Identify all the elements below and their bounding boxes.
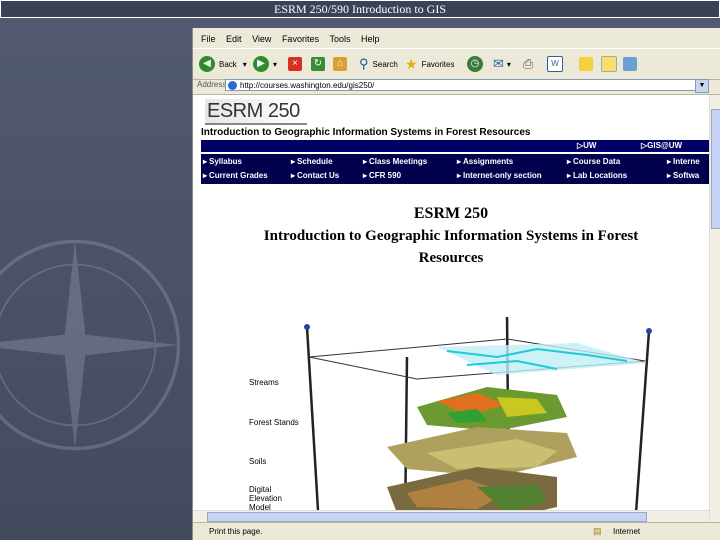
menu-tools[interactable]: Tools <box>329 30 350 48</box>
favorites-button[interactable]: ★ Favorites <box>405 53 454 75</box>
chevron-down-icon: ▾ <box>506 59 511 69</box>
chevron-down-icon: ▾ <box>242 59 247 69</box>
nav-assignments[interactable]: Assignments <box>457 157 513 166</box>
stop-button[interactable]: × <box>288 53 302 75</box>
nav-class-meetings[interactable]: Class Meetings <box>363 157 427 166</box>
nav-software[interactable]: Softwa <box>667 171 699 180</box>
layer-label-streams: Streams <box>249 378 279 387</box>
lock-icon: ▤ <box>593 526 602 536</box>
gis-layers-illustration <box>304 317 652 525</box>
note-icon <box>579 57 593 71</box>
menu-view[interactable]: View <box>252 30 271 48</box>
layer-label-forest-stands: Forest Stands <box>249 418 299 427</box>
address-input[interactable]: http://courses.washington.edu/gis250/ <box>225 79 709 91</box>
menu-bar: File Edit View Favorites Tools Help <box>193 30 720 48</box>
compass-watermark-icon <box>0 239 181 451</box>
web-page-content: ESRM 250 Introduction to Geographic Info… <box>193 95 709 525</box>
search-label: Search <box>372 59 398 69</box>
star-icon: ★ <box>405 55 418 72</box>
nav-lab-locations[interactable]: Lab Locations <box>567 171 627 180</box>
discuss-button[interactable] <box>601 53 617 75</box>
nav-current-grades[interactable]: Current Grades <box>203 171 268 180</box>
refresh-button[interactable]: ↻ <box>311 53 325 75</box>
gis-uw-link[interactable]: ▷ GIS@UW <box>641 140 682 152</box>
search-icon: ⚲ <box>359 56 369 71</box>
heading-line-1: ESRM 250 <box>413 205 489 222</box>
folder-icon <box>601 56 617 72</box>
nav-cfr-590[interactable]: CFR 590 <box>363 171 401 180</box>
mail-icon: ✉ <box>493 56 504 71</box>
home-icon: ⌂ <box>333 57 347 71</box>
vertical-scrollbar[interactable] <box>709 95 720 525</box>
ie-page-icon <box>228 81 237 90</box>
page-heading: ESRM 250 Introduction to Geographic Info… <box>193 203 709 269</box>
nav-contact-us[interactable]: Contact Us <box>291 171 339 180</box>
site-header: ESRM 250 Introduction to Geographic Info… <box>201 97 701 138</box>
site-logo[interactable]: ESRM 250 <box>205 99 307 125</box>
status-bar: Print this page. ▤ Internet <box>193 522 720 540</box>
home-button[interactable]: ⌂ <box>333 53 347 75</box>
menu-help[interactable]: Help <box>361 30 380 48</box>
menu-edit[interactable]: Edit <box>226 30 242 48</box>
back-label: Back <box>219 59 237 69</box>
word-icon: W <box>547 56 563 72</box>
layer-label-digital: Digital <box>249 485 272 494</box>
scroll-thumb[interactable] <box>207 512 647 522</box>
back-button[interactable]: ◀ Back ▾ <box>199 53 247 75</box>
nav-internet[interactable]: Interne <box>667 157 700 166</box>
nav-schedule[interactable]: Schedule <box>291 157 333 166</box>
mail-button[interactable]: ✉ ▾ <box>493 53 511 75</box>
heading-line-2: Introduction to Geographic Information S… <box>263 228 639 244</box>
refresh-icon: ↻ <box>311 57 325 71</box>
tools-icon <box>623 57 637 71</box>
messenger-button[interactable] <box>579 53 593 75</box>
search-button[interactable]: ⚲ Search <box>359 53 398 75</box>
edit-button[interactable]: W <box>547 53 563 75</box>
back-arrow-icon: ◀ <box>199 56 215 72</box>
history-button[interactable]: ◷ <box>467 53 483 75</box>
nav-course-data[interactable]: Course Data <box>567 157 620 166</box>
address-bar: Address http://courses.washington.edu/gi… <box>193 78 720 95</box>
address-url: http://courses.washington.edu/gis250/ <box>240 81 375 90</box>
status-text: Print this page. <box>209 527 263 536</box>
history-icon: ◷ <box>467 56 483 72</box>
top-links-bar: ▷ UW Home ▷ GIS@UW <box>201 140 709 162</box>
status-zone: Internet <box>613 527 641 536</box>
layer-label-soils: Soils <box>249 457 267 466</box>
uw-home-link[interactable]: ▷ UW Home <box>577 140 605 162</box>
scroll-thumb[interactable] <box>711 109 720 229</box>
heading-line-3: Resources <box>418 250 484 266</box>
forward-button[interactable]: ▶ ▾ <box>253 53 277 75</box>
nav-syllabus[interactable]: Syllabus <box>203 157 242 166</box>
favorites-label: Favorites <box>421 59 455 69</box>
site-nav: Syllabus Schedule Class Meetings Assignm… <box>201 154 709 184</box>
menu-favorites[interactable]: Favorites <box>282 30 319 48</box>
menu-file[interactable]: File <box>201 30 216 48</box>
stop-icon: × <box>288 57 302 71</box>
site-subtitle: Introduction to Geographic Information S… <box>201 127 531 138</box>
chevron-down-icon[interactable]: ▼ <box>695 79 709 93</box>
printer-icon: ⎙ <box>523 56 534 71</box>
forward-arrow-icon: ▶ <box>253 56 269 72</box>
slide-title: ESRM 250/590 Introduction to GIS <box>0 0 720 18</box>
tools-button[interactable] <box>623 53 637 75</box>
layer-label-elevation: Elevation <box>249 494 282 503</box>
browser-toolbar: ◀ Back ▾ ▶ ▾ × ↻ ⌂ ⚲ Search ★ Favorites … <box>193 48 720 80</box>
print-button[interactable]: ⎙ <box>523 53 533 75</box>
browser-window: File Edit View Favorites Tools Help ◀ Ba… <box>192 28 720 540</box>
chevron-down-icon: ▾ <box>273 59 278 69</box>
address-label: Address <box>197 80 227 89</box>
nav-internet-only[interactable]: Internet-only section <box>457 171 542 180</box>
